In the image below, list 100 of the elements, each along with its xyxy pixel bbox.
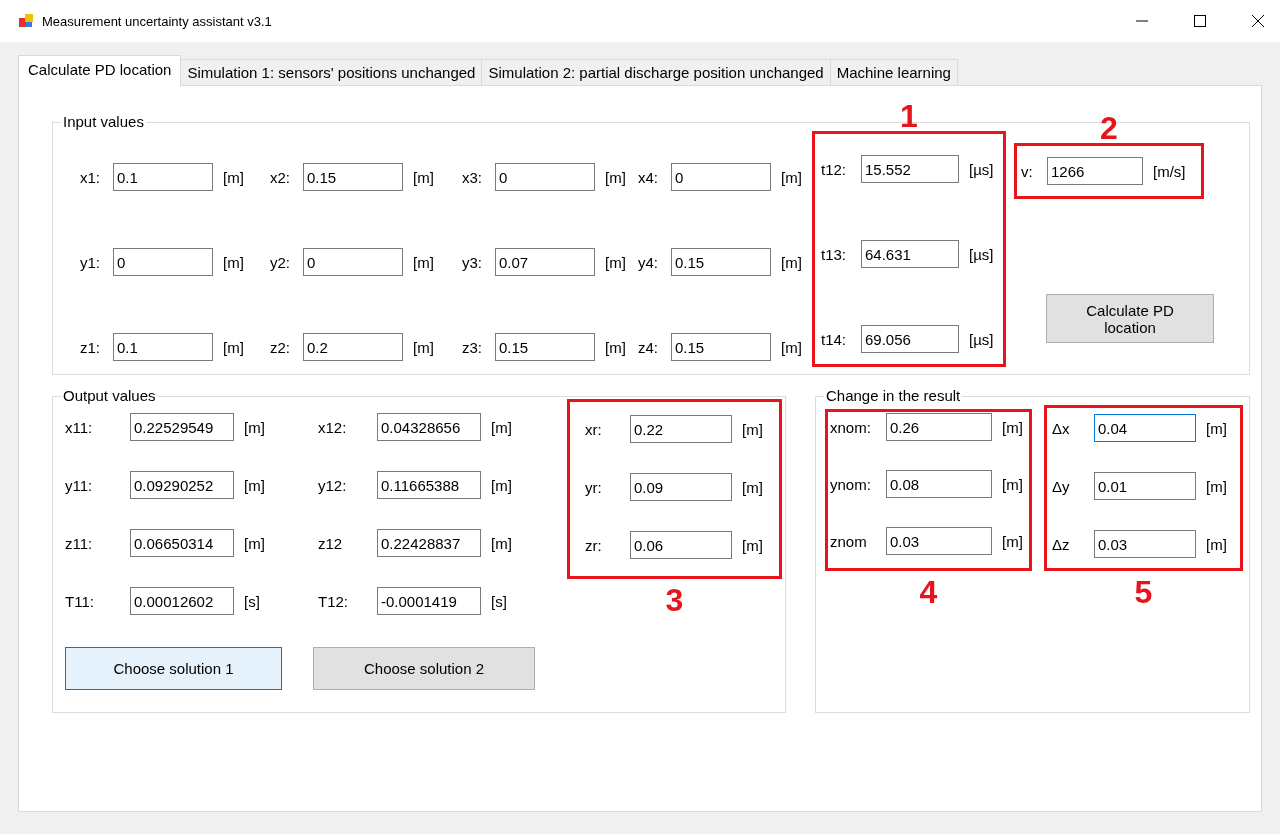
input-field[interactable]: 0.15: [671, 333, 771, 361]
output-field[interactable]: 0.06: [630, 531, 732, 559]
field-label: Δy: [1052, 477, 1071, 495]
input-field[interactable]: 0.15: [303, 163, 403, 191]
output-field[interactable]: 0.04328656: [377, 413, 481, 441]
input-field[interactable]: 64.631: [861, 240, 959, 268]
field-label: x1:: [80, 168, 101, 186]
field-label: y4:: [638, 253, 659, 271]
output-field[interactable]: 0.06650314: [130, 529, 234, 557]
unit-label: [m/s]: [1153, 162, 1186, 180]
field-label: xr:: [585, 420, 603, 438]
input-field[interactable]: 0.1: [113, 333, 213, 361]
input-field[interactable]: 0.03: [1094, 530, 1196, 558]
field-label: y1:: [80, 253, 101, 271]
field-label: T12:: [318, 592, 349, 610]
field-label: t12:: [821, 160, 848, 178]
output-field[interactable]: 0.22: [630, 415, 732, 443]
unit-label: [m]: [1206, 419, 1227, 437]
unit-label: [m]: [1002, 475, 1023, 493]
choose-solution-button[interactable]: Choose solution 1: [65, 647, 282, 690]
output-field[interactable]: -0.0001419: [377, 587, 481, 615]
input-field[interactable]: 0.15: [671, 248, 771, 276]
field-label: z1:: [80, 338, 101, 356]
unit-label: [m]: [413, 168, 434, 186]
input-field[interactable]: 0: [495, 163, 595, 191]
field-label: z2:: [270, 338, 291, 356]
unit-label: [m]: [742, 420, 763, 438]
unit-label: [m]: [223, 338, 244, 356]
input-field[interactable]: 0.07: [495, 248, 595, 276]
field-label: x11:: [65, 418, 94, 436]
unit-label: [s]: [491, 592, 507, 610]
field-label: t13:: [821, 245, 848, 263]
input-field[interactable]: 0.03: [886, 527, 992, 555]
group-title: Change in the result: [824, 387, 963, 404]
field-label: z4:: [638, 338, 659, 356]
annotation-number: 1: [899, 98, 919, 134]
input-field[interactable]: 1266: [1047, 157, 1143, 185]
field-label: T11:: [65, 592, 95, 610]
input-field[interactable]: 0.1: [113, 163, 213, 191]
annotation-number: 2: [1099, 110, 1119, 146]
unit-label: [m]: [491, 418, 512, 436]
annotation-number: 4: [918, 574, 939, 610]
unit-label: [m]: [781, 168, 802, 186]
annotation-number: 3: [664, 582, 685, 618]
field-label: Δx: [1052, 419, 1071, 437]
input-field[interactable]: 15.552: [861, 155, 959, 183]
field-label: x2:: [270, 168, 291, 186]
unit-label: [m]: [223, 168, 244, 186]
unit-label: [m]: [244, 476, 265, 494]
input-field[interactable]: 0.04: [1094, 414, 1196, 442]
input-field[interactable]: 0.15: [495, 333, 595, 361]
output-field[interactable]: 0.22529549: [130, 413, 234, 441]
unit-label: [m]: [1002, 418, 1023, 436]
input-field[interactable]: 0.01: [1094, 472, 1196, 500]
calculate-button[interactable]: Calculate PD location: [1046, 294, 1214, 343]
group-title: Output values: [61, 387, 158, 404]
app-icon: [18, 13, 34, 29]
input-field[interactable]: 0.26: [886, 413, 992, 441]
window-title: Measurement uncertainty assistant v3.1: [42, 13, 272, 29]
choose-solution-button[interactable]: Choose solution 2: [313, 647, 535, 690]
close-icon[interactable]: [1252, 15, 1264, 27]
field-label: y3:: [462, 253, 483, 271]
input-field[interactable]: 69.056: [861, 325, 959, 353]
input-field[interactable]: 0.2: [303, 333, 403, 361]
unit-label: [m]: [413, 253, 434, 271]
unit-label: [m]: [1206, 477, 1227, 495]
field-label: x3:: [462, 168, 483, 186]
unit-label: [µs]: [969, 245, 994, 263]
output-field[interactable]: 0.00012602: [130, 587, 234, 615]
field-label: y11:: [65, 476, 94, 494]
unit-label: [m]: [781, 253, 802, 271]
field-label: x12:: [318, 418, 348, 436]
unit-label: [m]: [491, 476, 512, 494]
field-label: zr:: [585, 536, 603, 554]
field-label: x4:: [638, 168, 659, 186]
output-field[interactable]: 0.09290252: [130, 471, 234, 499]
group-title: Input values: [61, 113, 146, 130]
unit-label: [m]: [1002, 532, 1023, 550]
unit-label: [µs]: [969, 160, 994, 178]
input-field[interactable]: 0: [671, 163, 771, 191]
field-label: z12: [318, 534, 344, 552]
unit-label: [m]: [742, 478, 763, 496]
unit-label: [m]: [244, 534, 265, 552]
output-field[interactable]: 0.09: [630, 473, 732, 501]
output-field[interactable]: 0.11665388: [377, 471, 481, 499]
input-field[interactable]: 0: [113, 248, 213, 276]
tab[interactable]: Machine learning: [829, 59, 958, 85]
unit-label: [m]: [1206, 535, 1227, 553]
unit-label: [m]: [605, 338, 626, 356]
unit-label: [m]: [605, 253, 626, 271]
tab[interactable]: Calculate PD location: [18, 55, 182, 86]
unit-label: [m]: [605, 168, 626, 186]
field-label: xnom:: [830, 418, 872, 436]
input-field[interactable]: 0.08: [886, 470, 992, 498]
input-field[interactable]: 0: [303, 248, 403, 276]
field-label: v:: [1021, 162, 1034, 180]
field-label: z3:: [462, 338, 483, 356]
output-field[interactable]: 0.22428837: [377, 529, 481, 557]
maximize-icon[interactable]: [1194, 15, 1206, 27]
unit-label: [m]: [491, 534, 512, 552]
